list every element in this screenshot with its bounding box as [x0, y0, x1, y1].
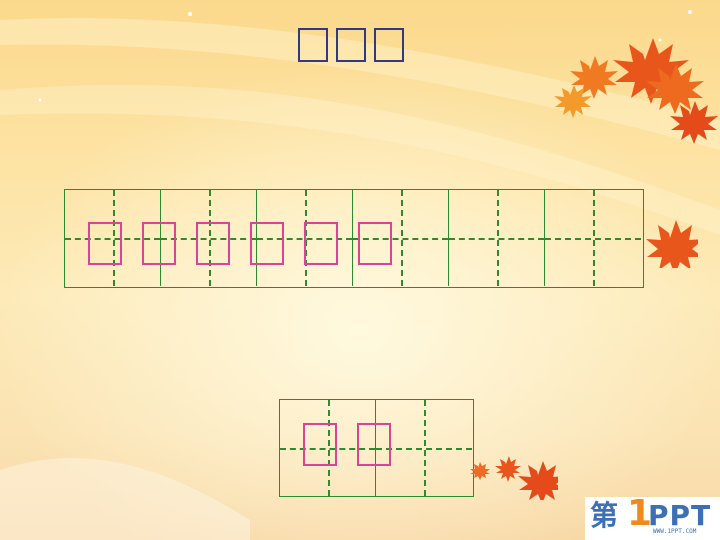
logo-char: 第 [590, 499, 619, 532]
pink-glyph [142, 222, 176, 265]
pink-glyph [88, 222, 122, 265]
grid-cell [449, 190, 545, 286]
pink-glyph [358, 222, 392, 265]
site-logo: 第 1 PPT WWW.1PPT.COM [585, 495, 720, 540]
pink-glyph [196, 222, 230, 265]
pink-glyph [303, 423, 337, 466]
title-glyph [298, 28, 328, 62]
logo-text: PPT [648, 499, 712, 532]
maple-leaf-icon [470, 456, 558, 500]
slide-title [298, 28, 404, 68]
title-glyph [374, 28, 404, 62]
grid-cell [545, 190, 641, 286]
pink-glyph [250, 222, 284, 265]
pink-glyph [304, 222, 338, 265]
maple-leaf-icon [646, 220, 698, 268]
logo-url: WWW.1PPT.COM [653, 528, 697, 535]
pink-glyph [357, 423, 391, 466]
title-glyph [336, 28, 366, 62]
maple-leaf-icon [554, 38, 718, 144]
